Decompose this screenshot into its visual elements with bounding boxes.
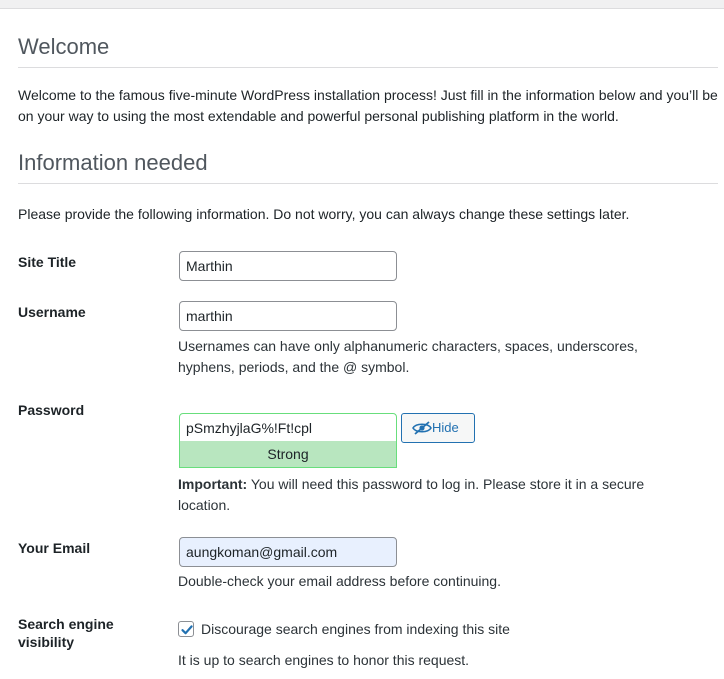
checkmark-icon xyxy=(181,625,193,635)
info-text: Please provide the following information… xyxy=(18,206,630,222)
hide-button-label: Hide xyxy=(432,420,459,435)
password-strength-indicator: Strong xyxy=(179,441,397,468)
discourage-search-label[interactable]: Discourage search engines from indexing … xyxy=(201,619,510,639)
info-title: Information needed xyxy=(18,150,208,175)
email-help: Double-check your email address before c… xyxy=(178,573,501,589)
welcome-text: Welcome to the famous five-minute WordPr… xyxy=(18,87,718,124)
top-strip xyxy=(0,0,724,9)
password-important-note: Important: You will need this password t… xyxy=(178,474,678,516)
discourage-search-checkbox[interactable] xyxy=(178,621,194,637)
welcome-divider xyxy=(18,67,718,68)
important-text: You will need this password to log in. P… xyxy=(178,476,645,513)
search-visibility-label: Search engine visibility xyxy=(18,616,114,650)
username-label: Username xyxy=(18,304,86,320)
email-input[interactable] xyxy=(179,537,397,567)
username-help: Usernames can have only alphanumeric cha… xyxy=(178,338,638,375)
hide-password-button[interactable]: Hide xyxy=(401,413,475,443)
important-label: Important: xyxy=(178,476,248,492)
email-label: Your Email xyxy=(18,540,91,556)
password-label: Password xyxy=(18,402,85,418)
site-title-label: Site Title xyxy=(18,254,77,270)
welcome-title: Welcome xyxy=(18,34,110,59)
search-visibility-help: It is up to search engines to honor this… xyxy=(178,652,470,668)
username-input[interactable] xyxy=(179,301,397,331)
password-input[interactable] xyxy=(179,413,397,442)
site-title-input[interactable] xyxy=(179,251,397,281)
info-divider xyxy=(18,183,718,184)
